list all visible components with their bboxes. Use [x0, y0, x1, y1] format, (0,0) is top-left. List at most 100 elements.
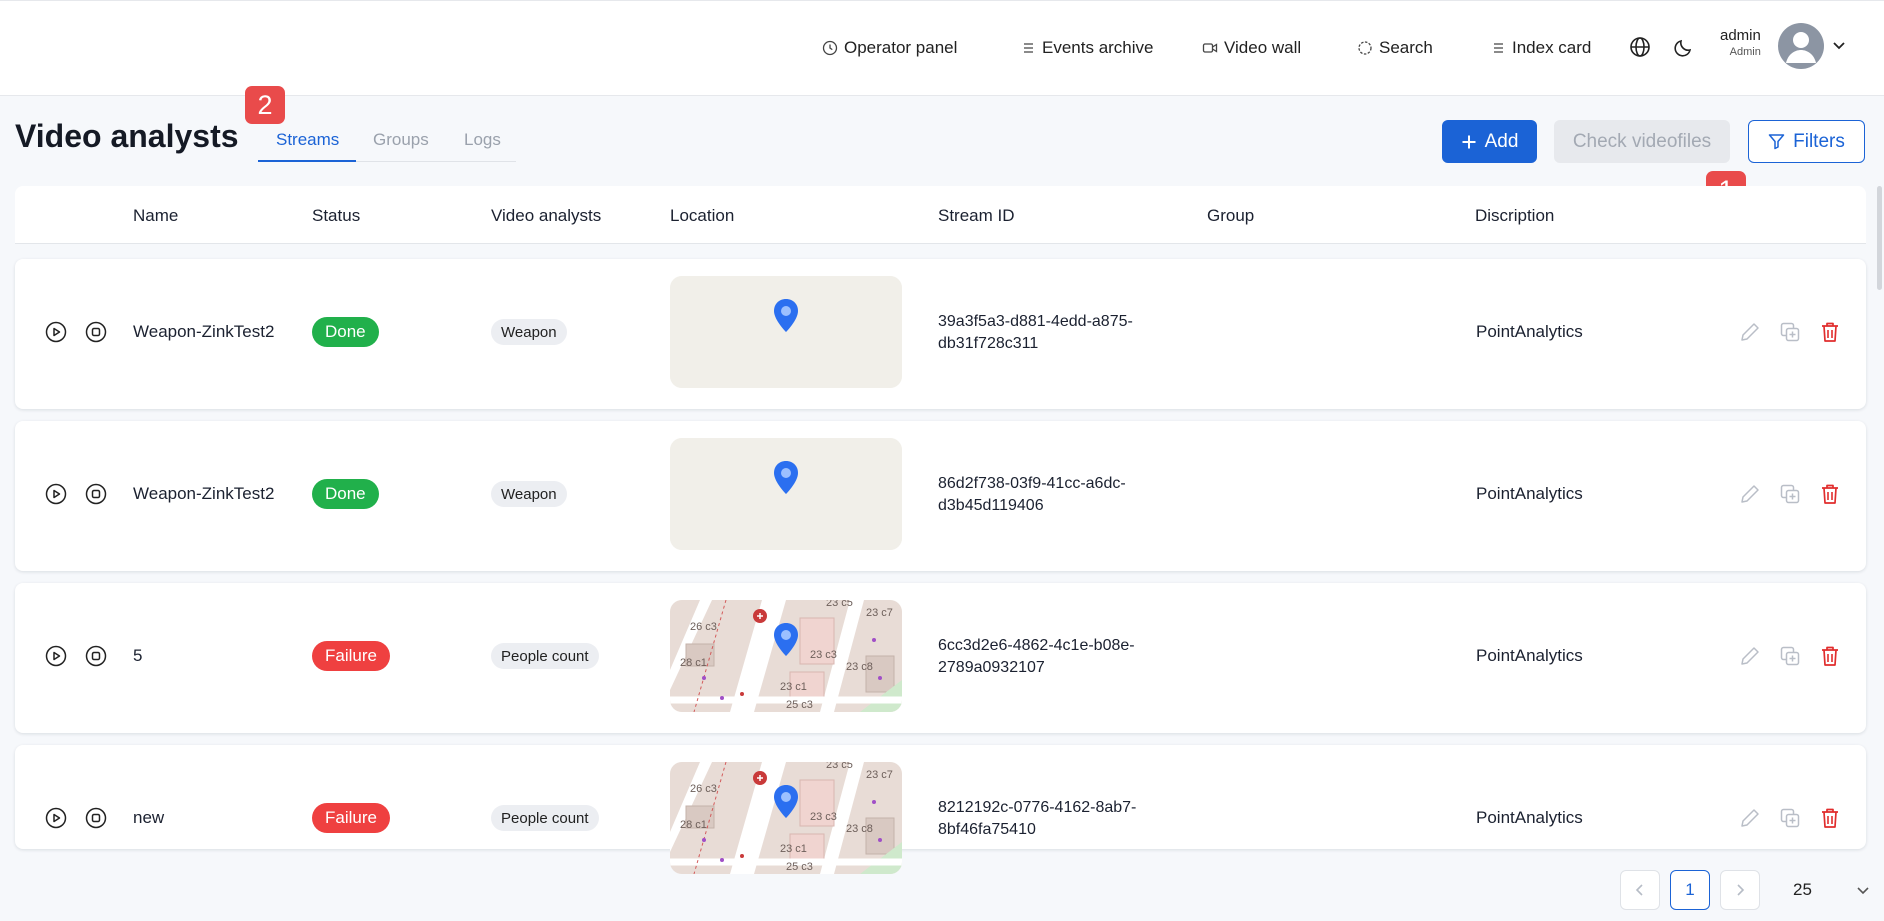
duplicate-button[interactable]: [1778, 806, 1802, 830]
table-row[interactable]: Weapon-ZinkTest2 Done Weapon 86d2f738-03f9-…: [15, 421, 1866, 571]
nav-operator-panel[interactable]: Operator panel: [822, 1, 957, 95]
play-button[interactable]: [45, 645, 67, 667]
map-label: 23 c3: [810, 811, 837, 823]
copy-icon: [1778, 322, 1802, 348]
stop-button[interactable]: [85, 483, 107, 505]
user-info[interactable]: admin Admin: [1720, 27, 1761, 58]
column-stream-id: Stream ID: [938, 206, 1015, 225]
table-row[interactable]: 5 Failure People count 26 c3 28 c1 23 c3 23 c1…: [15, 583, 1866, 733]
nav-search[interactable]: Search: [1357, 1, 1433, 95]
duplicate-button[interactable]: [1778, 482, 1802, 506]
stream-name: Weapon-ZinkTest2: [133, 322, 275, 341]
edit-button[interactable]: [1738, 806, 1762, 830]
camera-icon: [1202, 43, 1218, 53]
map-label: 28 c1: [680, 657, 707, 669]
stream-id-line: 39a3f5a3-d881-4edd-a875-: [938, 313, 1133, 330]
filters-label: Filters: [1793, 130, 1845, 152]
edit-button[interactable]: [1738, 482, 1762, 506]
analyst-chip: People count: [491, 805, 599, 831]
map-label: 23 c8: [846, 661, 873, 673]
stop-button[interactable]: [85, 645, 107, 667]
map-label: 26 c3: [690, 783, 717, 795]
analyst-chip: People count: [491, 643, 599, 669]
description-cell: PointAnalytics: [1476, 646, 1583, 665]
column-status: Status: [312, 206, 361, 225]
nav-video-wall[interactable]: Video wall: [1202, 1, 1301, 95]
description-cell: PointAnalytics: [1476, 808, 1583, 827]
user-menu-button[interactable]: [1830, 37, 1848, 60]
map-label: 28 c1: [680, 819, 707, 831]
trash-icon: [1818, 808, 1842, 834]
check-videofiles-button[interactable]: Check videofiles: [1554, 120, 1730, 163]
delete-button[interactable]: [1818, 320, 1842, 344]
tab-groups[interactable]: Groups: [373, 130, 429, 150]
map-label: 23 c1: [780, 843, 807, 855]
play-button[interactable]: [45, 807, 67, 829]
chevron-down-icon: [1857, 887, 1869, 895]
duplicate-button[interactable]: [1778, 320, 1802, 344]
list-icon: [1024, 43, 1033, 53]
filters-button[interactable]: Filters: [1748, 120, 1865, 163]
play-button[interactable]: [45, 321, 67, 343]
user-icon: [1786, 32, 1816, 63]
next-page-button[interactable]: [1720, 870, 1760, 910]
page-size-select[interactable]: 25: [1773, 870, 1873, 910]
filter-icon: [1768, 134, 1785, 150]
stream-id: 8212192c-0776-4162-8ab7- 8bf46fa75410: [938, 797, 1168, 841]
language-button[interactable]: [1626, 33, 1654, 61]
location-map[interactable]: 26 c3 28 c1 23 c3 23 c1 23 c8 23 c5 23 c7 25 c3: [670, 762, 902, 874]
nav-events-archive[interactable]: Events archive: [1020, 1, 1154, 95]
tab-streams[interactable]: Streams: [276, 130, 339, 150]
analyst-chip: Weapon: [491, 481, 567, 507]
globe-icon: [1630, 37, 1650, 57]
tab-logs[interactable]: Logs: [464, 130, 501, 150]
add-label: Add: [1484, 130, 1519, 152]
nav-label: Events archive: [1042, 38, 1154, 57]
duplicate-button[interactable]: [1778, 644, 1802, 668]
nav-label: Operator panel: [844, 38, 958, 57]
column-name: Name: [133, 206, 179, 225]
play-icon: [45, 483, 67, 509]
stream-id: 86d2f738-03f9-41cc-a6dc-d3b45d119406: [938, 473, 1168, 517]
status-badge: Done: [312, 479, 379, 509]
description-cell: PointAnalytics: [1476, 484, 1583, 503]
page-title: Video analysts: [15, 118, 239, 154]
delete-button[interactable]: [1818, 806, 1842, 830]
page-button-current[interactable]: 1: [1670, 870, 1710, 910]
stop-icon: [85, 645, 107, 671]
delete-button[interactable]: [1818, 644, 1842, 668]
stream-name: new: [133, 808, 165, 827]
pencil-icon: [1738, 323, 1762, 348]
play-icon: [45, 645, 67, 671]
column-description: Discription: [1475, 206, 1555, 225]
plus-icon: [1462, 135, 1476, 148]
stop-icon: [85, 483, 107, 509]
avatar[interactable]: [1778, 23, 1824, 69]
theme-toggle[interactable]: [1670, 33, 1698, 61]
user-role: Admin: [1729, 46, 1761, 58]
location-map[interactable]: [670, 438, 902, 550]
status-badge: Failure: [312, 803, 390, 833]
stop-button[interactable]: [85, 807, 107, 829]
edit-button[interactable]: [1738, 644, 1762, 668]
column-video-analysts: Video analysts: [491, 206, 602, 225]
location-map[interactable]: [670, 276, 902, 388]
table-row[interactable]: Weapon-ZinkTest2 Done Weapon 39a3f5a3-d881-…: [15, 259, 1866, 409]
play-button[interactable]: [45, 483, 67, 505]
stream-id-line: 2789a0932107: [938, 659, 1045, 676]
scrollbar[interactable]: [1877, 186, 1882, 290]
stream-id-line: db31f728c311: [938, 335, 1039, 352]
add-button[interactable]: Add: [1442, 120, 1537, 163]
chevron-left-icon: [1635, 884, 1643, 896]
trash-icon: [1818, 322, 1842, 348]
map-label: 25 c3: [786, 861, 813, 873]
column-location: Location: [670, 206, 735, 225]
table-row[interactable]: new Failure People count 26 c3 28 c1 23 c3 23 …: [15, 745, 1866, 874]
delete-button[interactable]: [1818, 482, 1842, 506]
pencil-icon: [1738, 647, 1762, 672]
nav-index-card[interactable]: Index card: [1490, 1, 1591, 95]
edit-button[interactable]: [1738, 320, 1762, 344]
prev-page-button[interactable]: [1620, 870, 1660, 910]
location-map[interactable]: 26 c3 28 c1 23 c3 23 c1 23 c8 23 c5 23 c7 25 c3: [670, 600, 902, 712]
stop-button[interactable]: [85, 321, 107, 343]
